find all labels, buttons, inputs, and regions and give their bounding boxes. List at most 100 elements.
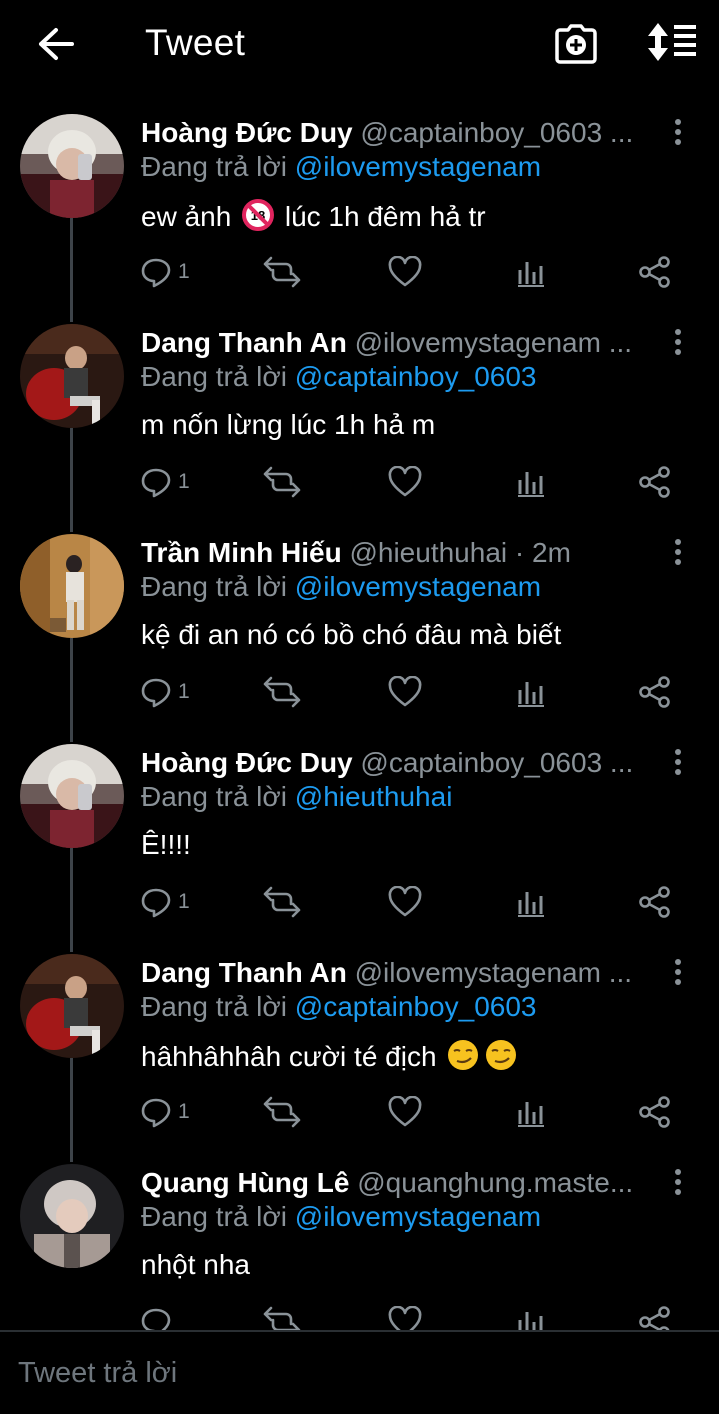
share-button[interactable] xyxy=(638,1096,672,1132)
reply-tweet[interactable]: Trần Minh Hiếu @hieuthuhai · 2m Đang trả… xyxy=(0,518,719,728)
reply-tweet[interactable]: Dang Thanh An @ilovemystagenam ... Đang … xyxy=(0,308,719,518)
more-vertical-icon[interactable] xyxy=(664,328,692,358)
mention-link[interactable]: @hieuthuhai xyxy=(295,781,453,812)
arrow-left-icon[interactable] xyxy=(36,26,76,62)
retweet-icon xyxy=(263,886,301,918)
reply-icon xyxy=(141,1098,171,1128)
camera-plus-icon[interactable] xyxy=(554,22,598,66)
reply-count: 1 xyxy=(178,890,190,913)
more-vertical-icon[interactable] xyxy=(664,748,692,778)
reply-button[interactable]: 1 xyxy=(140,676,190,712)
user-name[interactable]: Trần Minh Hiếu xyxy=(141,537,342,568)
mention-link[interactable]: @captainboy_0603 xyxy=(295,991,537,1022)
mention-link[interactable]: @ilovemystagenam xyxy=(295,571,541,602)
like-button[interactable] xyxy=(388,466,422,502)
user-handle: @ilovemystagenam ... xyxy=(354,957,633,988)
analytics-button[interactable] xyxy=(516,1306,546,1330)
retweet-button[interactable] xyxy=(262,466,302,502)
user-handle: @quanghung.maste... xyxy=(357,1167,634,1198)
reply-tweet[interactable]: Hoàng Đức Duy @captainboy_0603 ... Đang … xyxy=(0,98,719,308)
replying-to-label: Đang trả lời xyxy=(141,361,287,392)
sort-icon[interactable] xyxy=(646,22,698,62)
user-name[interactable]: Hoàng Đức Duy xyxy=(141,117,353,148)
tweet-text: hâhhâhhâh cười té địch xyxy=(141,1038,520,1074)
replying-to: Đang trả lời @ilovemystagenam xyxy=(141,1200,541,1234)
share-icon xyxy=(639,676,670,708)
analytics-icon xyxy=(518,262,544,287)
like-button[interactable] xyxy=(388,1306,422,1330)
more-vertical-icon[interactable] xyxy=(664,118,692,148)
reply-icon xyxy=(141,468,171,498)
mention-link[interactable]: @ilovemystagenam xyxy=(295,151,541,182)
retweet-button[interactable] xyxy=(262,1306,302,1330)
reply-button[interactable]: 1 xyxy=(140,886,190,922)
tweet-actions xyxy=(140,1306,700,1330)
replying-to-label: Đang trả lời xyxy=(141,781,287,812)
avatar[interactable] xyxy=(20,744,124,848)
retweet-button[interactable] xyxy=(262,256,302,292)
tweet-actions: 1 xyxy=(140,676,700,716)
retweet-button[interactable] xyxy=(262,886,302,922)
user-name[interactable]: Quang Hùng Lê xyxy=(141,1167,349,1198)
share-icon xyxy=(639,1096,670,1128)
share-button[interactable] xyxy=(638,466,672,502)
like-button[interactable] xyxy=(388,1096,422,1132)
user-name[interactable]: Hoàng Đức Duy xyxy=(141,747,353,778)
analytics-button[interactable] xyxy=(516,886,546,922)
avatar[interactable] xyxy=(20,1164,124,1268)
share-button[interactable] xyxy=(638,256,672,292)
heart-icon xyxy=(388,1306,422,1330)
like-button[interactable] xyxy=(388,256,422,292)
user-handle: @ilovemystagenam ... xyxy=(354,327,633,358)
retweet-icon xyxy=(263,256,301,288)
analytics-icon xyxy=(518,1312,543,1330)
avatar[interactable] xyxy=(20,954,124,1058)
retweet-icon xyxy=(263,1306,301,1330)
user-handle: @captainboy_0603 ... xyxy=(360,747,634,778)
tweet-text-part: ew ảnh xyxy=(141,201,232,232)
more-vertical-icon[interactable] xyxy=(664,958,692,988)
share-button[interactable] xyxy=(638,1306,672,1330)
user-name[interactable]: Dang Thanh An xyxy=(141,327,347,358)
like-button[interactable] xyxy=(388,676,422,712)
reply-input[interactable] xyxy=(16,1350,700,1396)
share-button[interactable] xyxy=(638,886,672,922)
heart-icon xyxy=(388,1096,422,1127)
tweet-text: m nốn lừng lúc 1h hả m xyxy=(141,409,436,440)
share-icon xyxy=(639,466,670,498)
more-vertical-icon[interactable] xyxy=(664,1168,692,1198)
like-button[interactable] xyxy=(388,886,422,922)
analytics-button[interactable] xyxy=(516,256,546,292)
analytics-button[interactable] xyxy=(516,676,546,712)
reply-button[interactable]: 1 xyxy=(140,1096,190,1132)
replying-to: Đang trả lời @captainboy_0603 xyxy=(141,990,536,1024)
reply-thread: Hoàng Đức Duy @captainboy_0603 ... Đang … xyxy=(0,98,719,1330)
reply-tweet[interactable]: Hoàng Đức Duy @captainboy_0603 ... Đang … xyxy=(0,728,719,938)
more-vertical-icon[interactable] xyxy=(664,538,692,568)
avatar[interactable] xyxy=(20,534,124,638)
share-icon xyxy=(639,256,670,288)
tweet-text: Ê!!!! xyxy=(141,829,191,860)
replying-to: Đang trả lời @hieuthuhai xyxy=(141,780,452,814)
reply-button[interactable] xyxy=(140,1306,172,1330)
heart-icon xyxy=(388,256,422,287)
reply-icon xyxy=(141,1308,171,1330)
share-button[interactable] xyxy=(638,676,672,712)
analytics-button[interactable] xyxy=(516,466,546,502)
reply-button[interactable]: 1 xyxy=(140,466,190,502)
retweet-button[interactable] xyxy=(262,676,302,712)
analytics-icon xyxy=(518,1102,544,1127)
mention-link[interactable]: @captainboy_0603 xyxy=(295,361,537,392)
avatar[interactable] xyxy=(20,114,124,218)
mention-link[interactable]: @ilovemystagenam xyxy=(295,1201,541,1232)
reply-tweet[interactable]: Dang Thanh An @ilovemystagenam ... Đang … xyxy=(0,938,719,1148)
avatar[interactable] xyxy=(20,324,124,428)
retweet-button[interactable] xyxy=(262,1096,302,1132)
analytics-icon xyxy=(518,892,544,917)
reply-tweet[interactable]: Quang Hùng Lê @quanghung.maste... Đang t… xyxy=(0,1148,719,1330)
heart-icon xyxy=(388,886,422,917)
tweet-header: Hoàng Đức Duy @captainboy_0603 ... xyxy=(141,116,661,150)
user-name[interactable]: Dang Thanh An xyxy=(141,957,347,988)
analytics-button[interactable] xyxy=(516,1096,546,1132)
reply-button[interactable]: 1 xyxy=(140,256,190,292)
